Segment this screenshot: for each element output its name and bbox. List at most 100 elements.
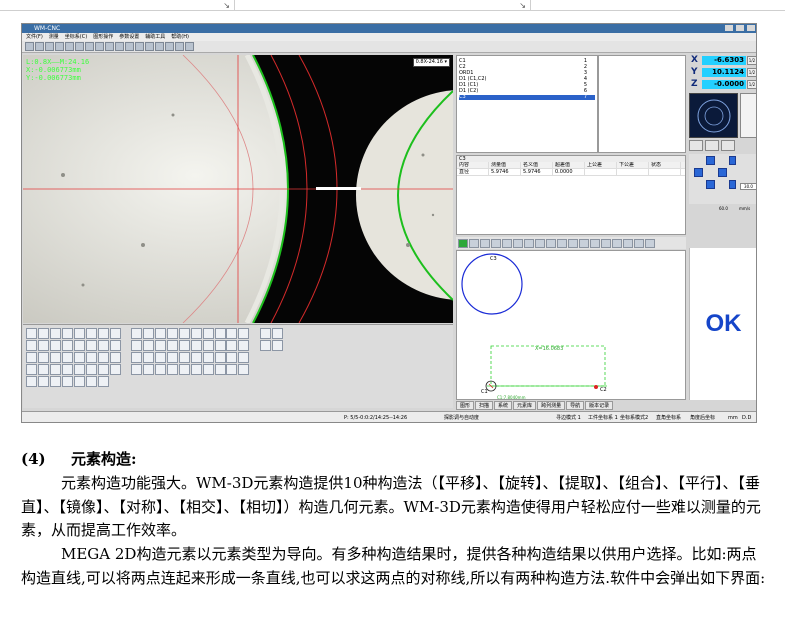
minimize-icon[interactable]	[725, 25, 733, 31]
rect-icon[interactable]	[86, 328, 97, 339]
ok-button[interactable]: OK	[689, 248, 756, 400]
lens-icon[interactable]	[226, 340, 237, 351]
filter-icon[interactable]	[50, 364, 61, 375]
tab-element-library[interactable]: 元素库	[513, 401, 537, 410]
dot-icon[interactable]	[131, 364, 142, 375]
corner-icon[interactable]	[86, 364, 97, 375]
list-icon[interactable]	[185, 42, 194, 51]
height-icon[interactable]	[110, 352, 121, 363]
grid-icon[interactable]	[125, 42, 134, 51]
report-icon[interactable]	[110, 364, 121, 375]
cylinder-icon[interactable]	[98, 364, 109, 375]
dot-icon[interactable]	[131, 328, 142, 339]
play-icon[interactable]	[458, 238, 468, 248]
diameter-icon[interactable]	[645, 238, 655, 248]
segment-icon[interactable]	[143, 328, 154, 339]
play-icon[interactable]	[55, 42, 64, 51]
tree-item[interactable]: C2 2	[459, 65, 595, 70]
arc-icon[interactable]	[131, 352, 142, 363]
box-icon[interactable]	[191, 328, 202, 339]
ring-icon[interactable]	[238, 340, 249, 351]
edge-icon[interactable]	[26, 340, 37, 351]
graphics-pane[interactable]: C3 X=16.0683 C1 C2 C1:7.8040mm	[456, 250, 686, 400]
monitor-icon[interactable]	[272, 340, 283, 351]
export-icon[interactable]	[260, 340, 271, 351]
valley-icon[interactable]	[86, 340, 97, 351]
circle-icon[interactable]	[155, 42, 164, 51]
contour-icon[interactable]	[62, 340, 73, 351]
intersect-icon[interactable]	[601, 238, 611, 248]
lens-icon[interactable]	[689, 140, 703, 151]
circle-icon[interactable]	[131, 340, 142, 351]
tree-item[interactable]: D1 (C1) 5	[459, 83, 595, 88]
menu-tools[interactable]: 辅助工具	[145, 33, 165, 41]
save-icon[interactable]	[45, 42, 54, 51]
arc-icon[interactable]	[155, 352, 166, 363]
gear-icon[interactable]	[721, 140, 735, 151]
parallel-icon[interactable]	[557, 238, 567, 248]
rotate-icon[interactable]	[272, 328, 283, 339]
tangent-icon[interactable]	[612, 238, 622, 248]
tab-version[interactable]: 版本记录	[585, 401, 614, 410]
cross-icon[interactable]	[38, 376, 49, 387]
tree-item[interactable]: D1 (C2) 6	[459, 89, 595, 94]
slot-icon[interactable]	[98, 328, 109, 339]
tree-item-selected[interactable]: C3 7	[459, 95, 595, 100]
tree-item[interactable]: C1 1	[459, 59, 595, 64]
select-icon[interactable]	[95, 42, 104, 51]
flag-icon[interactable]	[86, 376, 97, 387]
flag-icon[interactable]	[98, 376, 109, 387]
box-icon[interactable]	[167, 328, 178, 339]
auto-icon[interactable]	[26, 364, 37, 375]
menu-coordinate[interactable]: 坐标系(C)	[65, 33, 87, 41]
ellipse-icon[interactable]	[74, 328, 85, 339]
stop-icon[interactable]	[480, 238, 490, 248]
image-icon[interactable]	[135, 42, 144, 51]
ellipse-icon[interactable]	[191, 340, 202, 351]
extract-icon[interactable]	[535, 238, 545, 248]
square-icon[interactable]	[260, 328, 271, 339]
menu-graphics[interactable]: 图形操作	[93, 33, 113, 41]
bracket-icon[interactable]	[179, 364, 190, 375]
circle-icon[interactable]	[155, 340, 166, 351]
thread-icon[interactable]	[74, 352, 85, 363]
document-icon[interactable]	[215, 364, 226, 375]
home-icon[interactable]	[115, 42, 124, 51]
text-icon[interactable]	[226, 364, 237, 375]
new-icon[interactable]	[25, 42, 34, 51]
probe-icon[interactable]	[50, 376, 61, 387]
perpendicular-icon[interactable]	[568, 238, 578, 248]
translate-icon[interactable]	[513, 238, 523, 248]
tab-cross-measure[interactable]: 跨列测量	[537, 401, 566, 410]
focus-icon[interactable]	[50, 340, 61, 351]
target-icon[interactable]	[26, 376, 37, 387]
menu-measure[interactable]: 测量	[49, 33, 59, 41]
stack-icon[interactable]	[203, 364, 214, 375]
angle-icon[interactable]	[110, 328, 121, 339]
polygon-icon[interactable]	[50, 352, 61, 363]
match-icon[interactable]	[38, 364, 49, 375]
point-icon[interactable]	[26, 328, 37, 339]
target-icon[interactable]	[705, 140, 719, 151]
combine-icon[interactable]	[546, 238, 556, 248]
pan-icon[interactable]	[85, 42, 94, 51]
zoom-in-icon[interactable]	[65, 42, 74, 51]
circle-icon[interactable]	[50, 328, 61, 339]
excel-icon[interactable]	[226, 352, 237, 363]
box-icon[interactable]	[155, 328, 166, 339]
dot-icon[interactable]	[143, 364, 154, 375]
rotate-icon[interactable]	[524, 238, 534, 248]
ellipse-icon[interactable]	[179, 340, 190, 351]
tab-graphics[interactable]: 图形	[456, 401, 475, 410]
maximize-icon[interactable]	[736, 25, 744, 31]
open-icon[interactable]	[35, 42, 44, 51]
arc-icon[interactable]	[143, 352, 154, 363]
circle-icon[interactable]	[167, 340, 178, 351]
spline-icon[interactable]	[38, 352, 49, 363]
globe-icon[interactable]	[215, 352, 226, 363]
center-icon[interactable]	[98, 340, 109, 351]
step-icon[interactable]	[74, 364, 85, 375]
ring-icon[interactable]	[238, 328, 249, 339]
line-icon[interactable]	[38, 328, 49, 339]
box-icon[interactable]	[179, 328, 190, 339]
